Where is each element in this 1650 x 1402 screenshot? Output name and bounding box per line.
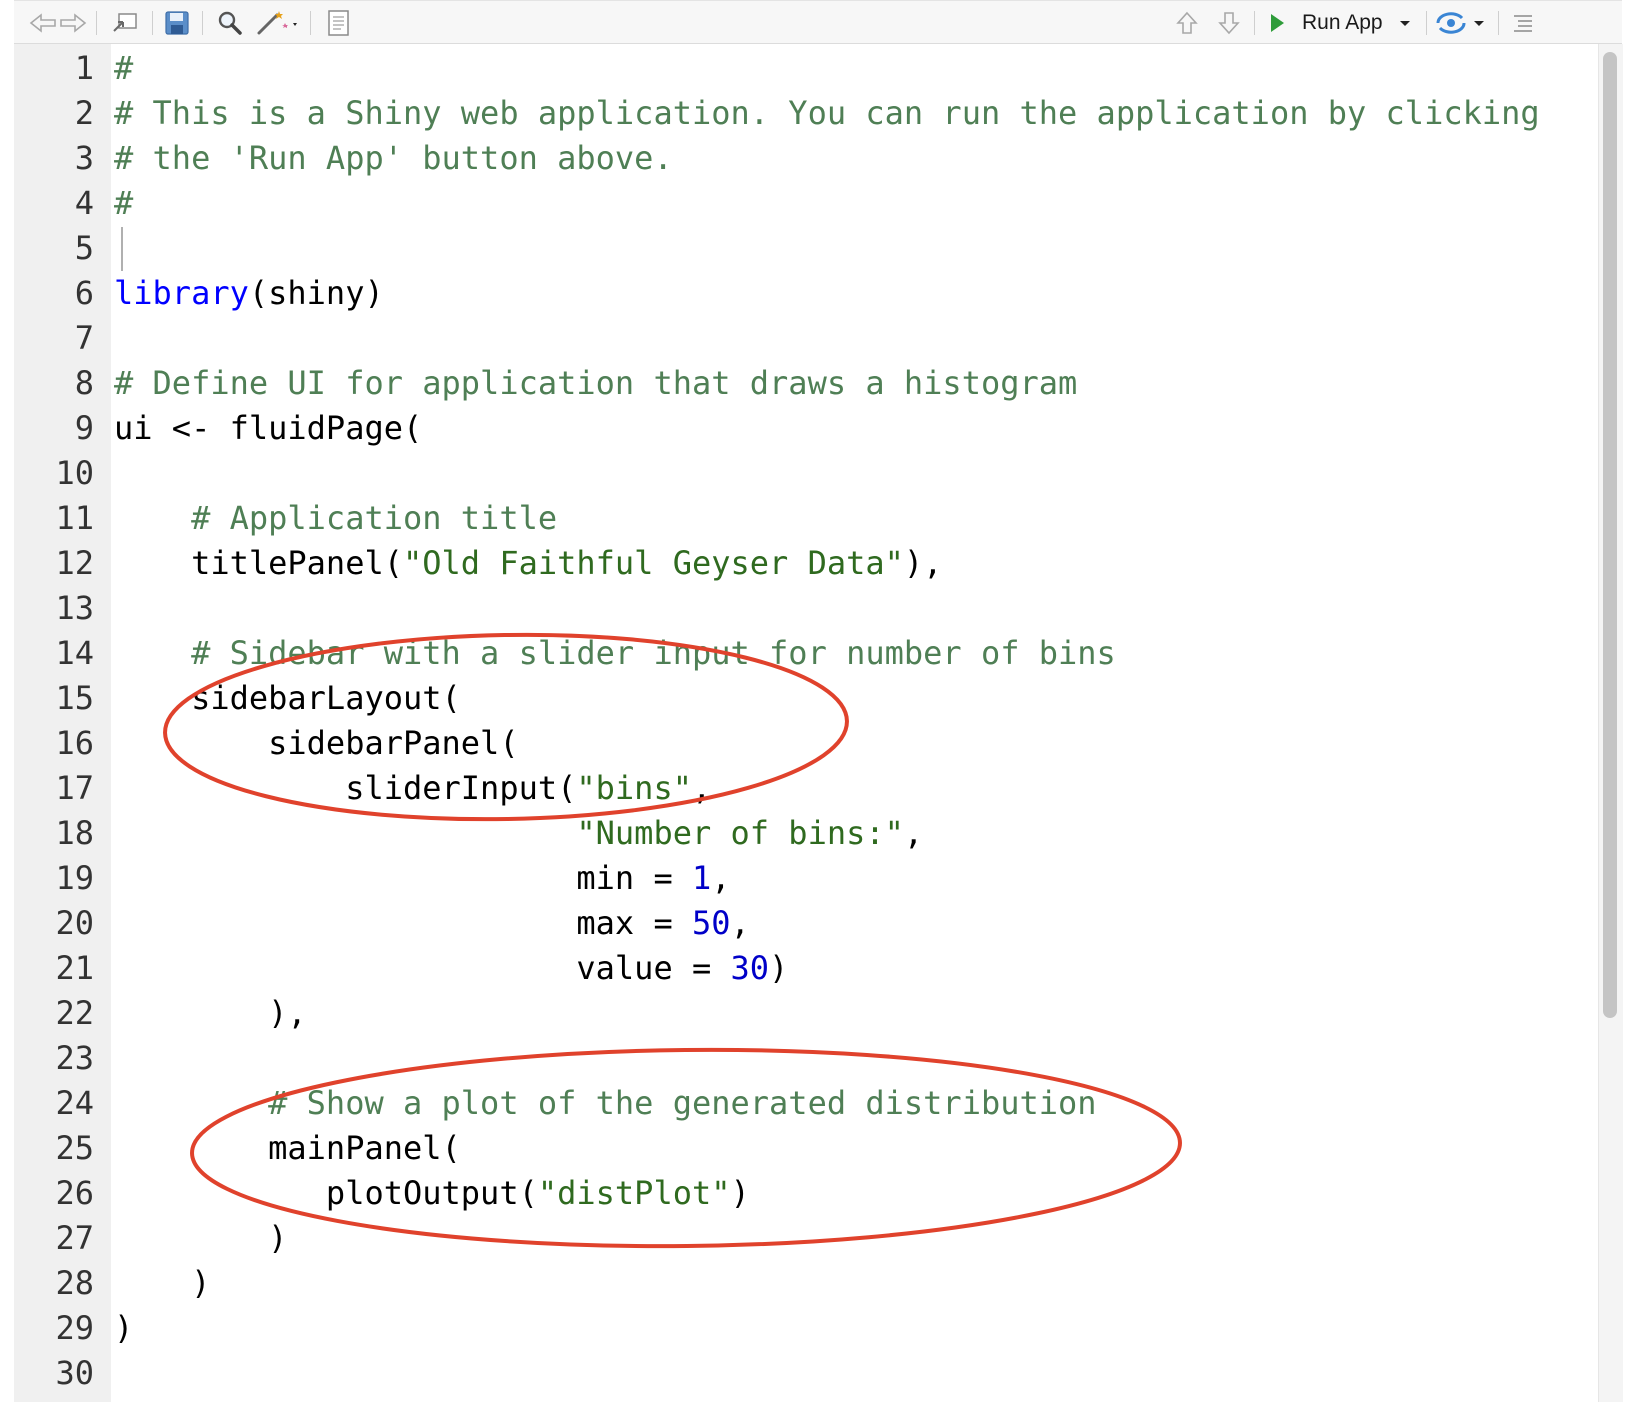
annotation-overlay: [163, 632, 1182, 1249]
annotation-ellipse-sidebar: [163, 632, 849, 822]
annotation-ellipse-mainpanel: [190, 1047, 1182, 1249]
